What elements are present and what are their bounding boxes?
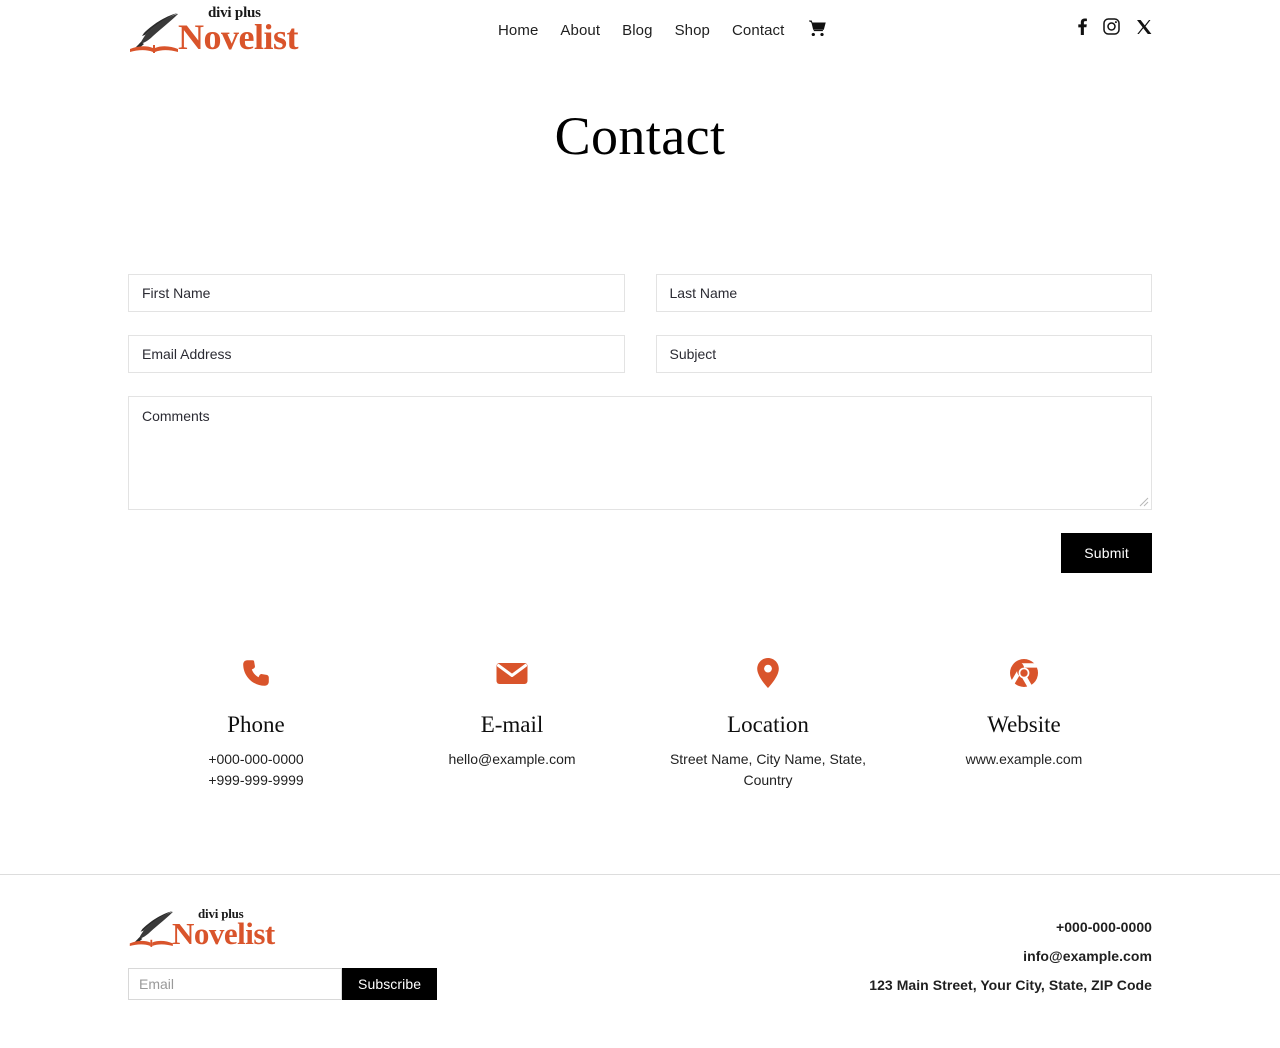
- nav-item-home[interactable]: Home: [498, 22, 538, 39]
- first-name-input[interactable]: First Name: [128, 274, 625, 312]
- footer-logo-novelist-text: Novelist: [172, 916, 275, 951]
- x-twitter-icon[interactable]: [1136, 19, 1152, 35]
- nav-item-contact[interactable]: Contact: [732, 22, 784, 39]
- page-root: divi plus Novelist Home About Blog Shop …: [0, 0, 1280, 1048]
- subject-input[interactable]: Subject: [655, 335, 1152, 373]
- footer-contact-info: +000-000-0000 info@example.com 123 Main …: [869, 913, 1152, 1000]
- newsletter-form: Email Subscribe: [128, 968, 438, 1000]
- newsletter-email-input[interactable]: Email: [128, 968, 342, 1000]
- site-footer: divi plus Novelist Email Subscribe +000-…: [0, 875, 1280, 1048]
- submit-row: Submit: [128, 533, 1152, 573]
- blurb-title-website: Website: [987, 712, 1061, 737]
- blurb-location: Location Street Name, City Name, State, …: [640, 650, 896, 791]
- last-name-input[interactable]: Last Name: [655, 274, 1152, 312]
- comments-placeholder: Comments: [142, 408, 210, 424]
- page-title: Contact: [554, 106, 726, 166]
- blurb-title-phone: Phone: [227, 712, 285, 737]
- contact-info-blurbs: Phone +000-000-0000 +999-999-9999 E-mail…: [128, 650, 1152, 791]
- location-line-1: Street Name, City Name, State,: [669, 751, 867, 767]
- newsletter-email-placeholder: Email: [139, 976, 175, 992]
- map-pin-icon: [650, 650, 886, 696]
- email-address-placeholder: Email Address: [142, 346, 232, 362]
- email-line-1: hello@example.com: [448, 751, 576, 767]
- chrome-browser-icon: [906, 650, 1142, 696]
- envelope-icon: [394, 650, 630, 696]
- location-line-2: Country: [743, 772, 793, 788]
- shopping-cart-icon[interactable]: [809, 20, 827, 41]
- blurb-website: Website www.example.com: [896, 650, 1152, 791]
- nav-item-blog[interactable]: Blog: [622, 22, 652, 39]
- footer-email: info@example.com: [1023, 948, 1152, 964]
- blurb-lines-website: www.example.com: [906, 749, 1142, 770]
- blurb-phone: Phone +000-000-0000 +999-999-9999: [128, 650, 384, 791]
- form-row-names: First Name Last Name: [128, 274, 1152, 312]
- phone-icon: [138, 650, 374, 696]
- footer-phone: +000-000-0000: [1055, 919, 1152, 935]
- form-row-email-subject: Email Address Subject: [128, 335, 1152, 373]
- social-links: [1078, 18, 1152, 35]
- blurb-lines-phone: +000-000-0000 +999-999-9999: [138, 749, 374, 791]
- phone-line-2: +999-999-9999: [208, 772, 304, 788]
- first-name-placeholder: First Name: [142, 285, 211, 301]
- comments-textarea[interactable]: Comments: [128, 396, 1152, 510]
- nav-item-about[interactable]: About: [560, 22, 600, 39]
- last-name-placeholder: Last Name: [669, 285, 738, 301]
- footer-logo-wordmark: divi plus Novelist: [172, 907, 275, 949]
- phone-line-1: +000-000-0000: [208, 751, 304, 767]
- subject-placeholder: Subject: [669, 346, 717, 362]
- blurb-title-location: Location: [727, 712, 809, 737]
- site-header: divi plus Novelist Home About Blog Shop …: [0, 0, 1280, 66]
- blurb-email: E-mail hello@example.com: [384, 650, 640, 791]
- main-navigation: Home About Blog Shop Contact: [498, 20, 827, 41]
- website-line-1: www.example.com: [965, 751, 1083, 767]
- submit-button[interactable]: Submit: [1061, 533, 1152, 573]
- logo-wordmark: divi plus Novelist: [178, 5, 298, 57]
- subscribe-button[interactable]: Subscribe: [342, 968, 438, 1000]
- instagram-icon[interactable]: [1103, 18, 1120, 35]
- resize-handle-icon[interactable]: [1139, 497, 1149, 507]
- footer-logo-divi-plus-text: divi plus: [198, 906, 244, 921]
- blurb-lines-location: Street Name, City Name, State, Country: [650, 749, 886, 791]
- logo-novelist-text: Novelist: [178, 17, 298, 57]
- footer-logo[interactable]: divi plus Novelist: [128, 907, 275, 949]
- header-logo[interactable]: divi plus Novelist: [128, 6, 298, 55]
- contact-form: First Name Last Name Email Address Subje…: [128, 274, 1152, 573]
- footer-address: 123 Main Street, Your City, State, ZIP C…: [869, 977, 1152, 993]
- email-address-input[interactable]: Email Address: [128, 335, 625, 373]
- logo-divi-plus-text: divi plus: [208, 5, 261, 21]
- nav-item-shop[interactable]: Shop: [675, 22, 710, 39]
- facebook-icon[interactable]: [1078, 18, 1087, 35]
- blurb-title-email: E-mail: [480, 712, 544, 737]
- blurb-lines-email: hello@example.com: [394, 749, 630, 770]
